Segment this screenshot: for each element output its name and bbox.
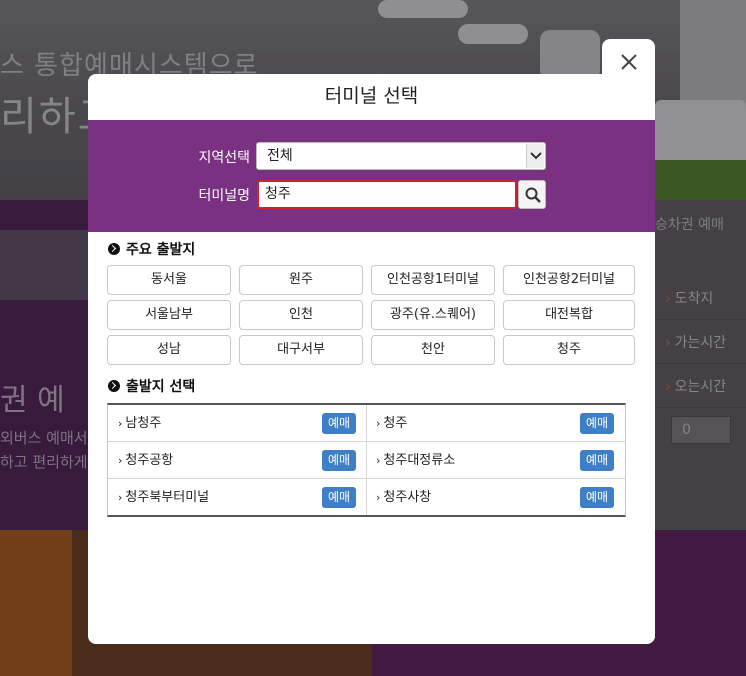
departure-select-heading-text: 출발지 선택 xyxy=(126,379,196,395)
region-select-value: 전체 xyxy=(267,148,293,164)
departure-name: 청주북부터미널 xyxy=(125,490,210,505)
major-terminal-button[interactable]: 인천공항1터미널 xyxy=(371,265,495,295)
departure-select-heading: 출발지 선택 xyxy=(108,378,195,396)
chevron-right-icon: › xyxy=(376,491,381,504)
major-terminal-button[interactable]: 원주 xyxy=(239,265,363,295)
major-terminal-button[interactable]: 광주(유.스퀘어) xyxy=(371,300,495,330)
departure-name: 청주사창 xyxy=(383,490,432,505)
chevron-right-icon: › xyxy=(118,491,123,504)
terminal-name-label: 터미널명 xyxy=(198,188,250,204)
major-terminal-button[interactable]: 천안 xyxy=(371,335,495,365)
chevron-right-icon: › xyxy=(118,417,123,430)
major-terminal-button[interactable]: 인천 xyxy=(239,300,363,330)
book-button[interactable]: 예매 xyxy=(322,450,356,471)
departure-name: 청주대정류소 xyxy=(383,453,456,468)
major-terminal-button[interactable]: 성남 xyxy=(107,335,231,365)
circle-arrow-icon xyxy=(108,243,120,255)
major-terminal-button[interactable]: 대구서부 xyxy=(239,335,363,365)
search-button[interactable] xyxy=(518,180,546,209)
close-button[interactable] xyxy=(615,48,643,76)
chevron-right-icon: › xyxy=(118,454,123,467)
departure-name: 청주 xyxy=(383,416,408,431)
book-button[interactable]: 예매 xyxy=(322,413,356,434)
departure-table: › 남청주 예매 › 청주 예매 › 청주공항 예매 › 청주대정류소 예매 › 청주북부… xyxy=(107,403,626,517)
book-button[interactable]: 예매 xyxy=(580,487,614,508)
select-arrow xyxy=(526,144,544,168)
terminal-name-input[interactable]: 청주 xyxy=(257,180,517,209)
departure-item[interactable]: › 청주 예매 xyxy=(366,405,624,442)
departure-item[interactable]: › 청주북부터미널 예매 xyxy=(108,479,366,516)
major-terminal-button[interactable]: 동서울 xyxy=(107,265,231,295)
departure-item[interactable]: › 청주공항 예매 xyxy=(108,442,366,479)
book-button[interactable]: 예매 xyxy=(322,487,356,508)
book-button[interactable]: 예매 xyxy=(580,450,614,471)
search-icon xyxy=(525,187,541,203)
departure-item[interactable]: › 청주대정류소 예매 xyxy=(366,442,624,479)
book-button[interactable]: 예매 xyxy=(580,413,614,434)
circle-arrow-icon xyxy=(108,380,120,392)
major-terminal-button[interactable]: 대전복합 xyxy=(503,300,635,330)
departure-name: 청주공항 xyxy=(125,453,174,468)
departure-item[interactable]: › 남청주 예매 xyxy=(108,405,366,442)
chevron-down-icon xyxy=(530,152,542,160)
major-terminal-button[interactable]: 서울남부 xyxy=(107,300,231,330)
dialog-title: 터미널 선택 xyxy=(324,85,419,107)
terminal-select-dialog: 터미널 선택 지역선택 전체 터미널명 청주 주요 출발지 동서울 원주 인천공… xyxy=(88,74,655,644)
chevron-right-icon: › xyxy=(376,454,381,467)
close-icon xyxy=(621,54,637,70)
departure-name: 남청주 xyxy=(125,416,162,431)
major-terminal-button[interactable]: 청주 xyxy=(503,335,635,365)
chevron-right-icon: › xyxy=(376,417,381,430)
major-departures-heading: 주요 출발지 xyxy=(108,241,195,259)
departure-item[interactable]: › 청주사창 예매 xyxy=(366,479,624,516)
major-terminal-button[interactable]: 인천공항2터미널 xyxy=(503,265,635,295)
search-panel: 지역선택 전체 터미널명 청주 xyxy=(88,120,655,232)
major-departures-heading-text: 주요 출발지 xyxy=(126,242,196,258)
region-select[interactable]: 전체 xyxy=(256,142,546,170)
region-label: 지역선택 xyxy=(198,150,250,166)
